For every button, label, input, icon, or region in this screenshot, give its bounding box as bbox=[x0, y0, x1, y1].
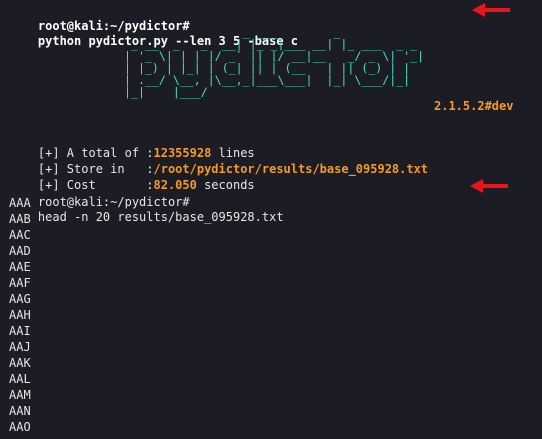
output-line: AAG bbox=[9, 292, 31, 306]
output-line: AAA bbox=[9, 196, 31, 210]
output-line: AAD bbox=[9, 244, 31, 258]
terminal-window[interactable]: root@kali:~/pydictor# python pydictor.py… bbox=[0, 0, 542, 439]
prompt-2: root@kali:~/pydictor# bbox=[37, 195, 190, 209]
command-text-2: head -n 20 results/base_095928.txt bbox=[37, 210, 284, 224]
summary-cost: [+] Cost :82.050 seconds bbox=[9, 163, 255, 192]
output-line: AAO bbox=[9, 420, 31, 434]
output-line: AAC bbox=[9, 228, 31, 242]
output-line: AAL bbox=[9, 372, 31, 386]
summary-store: [+] Store in :/root/pydictor/results/bas… bbox=[9, 147, 428, 176]
output-line: AAM bbox=[9, 388, 31, 402]
output-line: AAN bbox=[9, 404, 31, 418]
summary-total: [+] A total of :12355928 lines bbox=[9, 131, 255, 160]
output-line: AAB bbox=[9, 212, 31, 226]
command-line-2: root@kali:~/pydictor# head -n 20 results… bbox=[9, 180, 284, 224]
output-line: AAE bbox=[9, 260, 31, 274]
banner-line-6: |_| |___/ bbox=[117, 85, 208, 99]
pydictor-ascii-banner: _ ___ _ _ __ _ _ __| |_ _|___ __| |_ ___… bbox=[117, 26, 424, 98]
output-line: AAJ bbox=[9, 340, 31, 354]
output-line: AAK bbox=[9, 356, 31, 370]
output-line: AAI bbox=[9, 324, 31, 338]
output-line: AAF bbox=[9, 276, 31, 290]
version-label: 2.1.5.2#dev bbox=[434, 99, 514, 113]
annotation-arrow-1-icon bbox=[472, 3, 510, 17]
annotation-arrow-2-icon bbox=[470, 179, 508, 193]
output-line: AAH bbox=[9, 308, 31, 322]
command-line-1: root@kali:~/pydictor# python pydictor.py… bbox=[9, 4, 298, 48]
